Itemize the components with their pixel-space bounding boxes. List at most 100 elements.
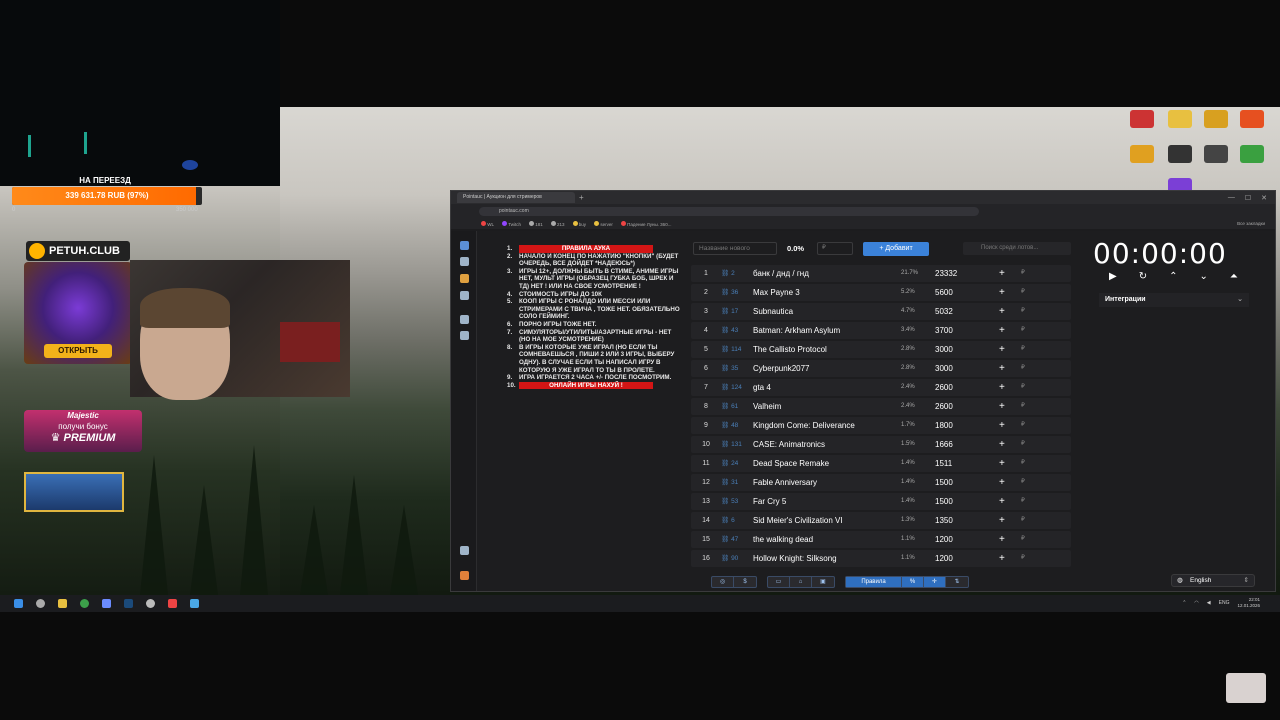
- play-icon[interactable]: ▶: [1109, 271, 1117, 282]
- lot-amount[interactable]: 1500: [935, 493, 953, 510]
- bookmark-item[interactable]: WL: [481, 220, 494, 227]
- currency-icon[interactable]: ₽: [1021, 550, 1025, 567]
- lot-row[interactable]: 5 ⛓ 114 The Callisto Protocol 2.8% 3000 + ₽: [691, 341, 1071, 358]
- lot-row[interactable]: 4 ⛓ 43 Batman: Arkham Asylum 3.4% 3700 + ₽: [691, 322, 1071, 339]
- integrations-dropdown[interactable]: Интеграции ⌄: [1099, 293, 1249, 307]
- currency-icon[interactable]: ₽: [1021, 322, 1025, 339]
- lot-amount[interactable]: 1500: [935, 474, 953, 491]
- lot-search-input[interactable]: Поиск среди лотов...: [963, 242, 1071, 255]
- currency-icon[interactable]: ₽: [1021, 474, 1025, 491]
- tray-chevron-icon[interactable]: ⌃: [1182, 600, 1186, 606]
- lot-row[interactable]: 3 ⛓ 17 Subnautica 4.7% 5032 + ₽: [691, 303, 1071, 320]
- lot-row[interactable]: 15 ⛓ 47 the walking dead 1.1% 1200 + ₽: [691, 531, 1071, 548]
- url-field[interactable]: pointauc.com: [479, 206, 979, 216]
- donate-icon[interactable]: [460, 571, 469, 580]
- lot-link-icon[interactable]: ⛓ 124: [721, 379, 742, 396]
- currency-icon[interactable]: ₽: [1021, 531, 1025, 548]
- currency-icon[interactable]: ₽: [1021, 398, 1025, 415]
- rules-toggle-button[interactable]: Правила: [846, 577, 902, 587]
- lot-row[interactable]: 1 ⛓ 2 банк / днд / гнд 21.7% 23332 + ₽: [691, 265, 1071, 282]
- add-to-lot-icon[interactable]: +: [999, 265, 1005, 282]
- save-icon[interactable]: ▣: [812, 577, 834, 587]
- lot-amount[interactable]: 1666: [935, 436, 953, 453]
- bookmark-item[interactable]: buy: [572, 220, 586, 227]
- wheel-icon[interactable]: [460, 274, 469, 283]
- lot-amount[interactable]: 1511: [935, 455, 952, 472]
- double-up-icon[interactable]: ⏶: [1230, 271, 1238, 282]
- telegram-icon[interactable]: [460, 546, 469, 555]
- add-to-lot-icon[interactable]: +: [999, 474, 1005, 491]
- lot-name[interactable]: Far Cry 5: [753, 493, 893, 510]
- lot-row[interactable]: 8 ⛓ 61 Valheim 2.4% 2600 + ₽: [691, 398, 1071, 415]
- language-selector[interactable]: ◍ English ⇕: [1171, 574, 1255, 587]
- explorer-icon[interactable]: [58, 599, 67, 608]
- bookmark-item[interactable]: Twitch: [502, 220, 521, 227]
- obs-icon[interactable]: [1168, 145, 1192, 163]
- shield-icon[interactable]: [460, 331, 469, 340]
- lot-name[interactable]: The Callisto Protocol: [753, 341, 893, 358]
- lot-row[interactable]: 6 ⛓ 35 Cyberpunk2077 2.8% 3000 + ₽: [691, 360, 1071, 377]
- volume-icon[interactable]: ◀: [1207, 600, 1211, 606]
- lot-link-icon[interactable]: ⛓ 90: [721, 550, 738, 567]
- lot-name[interactable]: Batman: Arkham Asylum: [753, 322, 893, 339]
- lot-name-input[interactable]: Название нового: [693, 242, 777, 255]
- sort-icon[interactable]: ⇅: [946, 577, 968, 587]
- currency-icon[interactable]: ₽: [1021, 379, 1025, 396]
- layout-icon[interactable]: ▭: [768, 577, 790, 587]
- add-to-lot-icon[interactable]: +: [999, 341, 1005, 358]
- lot-amount[interactable]: 5032: [935, 303, 953, 320]
- maximize-icon[interactable]: ☐: [1245, 194, 1251, 202]
- help-icon[interactable]: [460, 315, 469, 324]
- lot-name[interactable]: Max Payne 3: [753, 284, 893, 301]
- increase-time-icon[interactable]: ⌃: [1169, 271, 1177, 282]
- add-to-lot-icon[interactable]: +: [999, 379, 1005, 396]
- add-to-lot-icon[interactable]: +: [999, 512, 1005, 529]
- lot-row[interactable]: 9 ⛓ 48 Kingdom Come: Deliverance 1.7% 1800 + ₽: [691, 417, 1071, 434]
- currency-icon[interactable]: ₽: [1021, 303, 1025, 320]
- add-to-lot-icon[interactable]: +: [999, 493, 1005, 510]
- lot-link-icon[interactable]: ⛓ 17: [721, 303, 738, 320]
- currency-icon[interactable]: ₽: [1021, 284, 1025, 301]
- add-to-lot-icon[interactable]: +: [999, 455, 1005, 472]
- currency-icon[interactable]: ₽: [1021, 512, 1025, 529]
- settings-icon[interactable]: [460, 257, 469, 266]
- currency-icon[interactable]: ₽: [1021, 265, 1025, 282]
- bookmark-item[interactable]: Падение Луны. 360...: [620, 220, 671, 227]
- lot-name[interactable]: Sid Meier's Civilization VI: [753, 512, 893, 529]
- trash-icon[interactable]: ⌂: [790, 577, 812, 587]
- discord-icon[interactable]: [102, 599, 111, 608]
- close-icon[interactable]: ✕: [1261, 194, 1267, 202]
- lot-amount[interactable]: 2600: [935, 379, 953, 396]
- browser-tab[interactable]: Pointauc | Аукцион для стримеров: [457, 192, 575, 203]
- battlenet-icon[interactable]: [1204, 145, 1228, 163]
- lot-amount[interactable]: 5600: [935, 284, 953, 301]
- bookmark-item[interactable]: 181: [528, 220, 543, 227]
- lot-link-icon[interactable]: ⛓ 47: [721, 531, 738, 548]
- app-icon-3[interactable]: [190, 599, 199, 608]
- lot-name[interactable]: Kingdom Come: Deliverance: [753, 417, 893, 434]
- lot-name[interactable]: Subnautica: [753, 303, 893, 320]
- lot-amount[interactable]: 2600: [935, 398, 953, 415]
- lot-amount[interactable]: 1200: [935, 550, 953, 567]
- lot-row[interactable]: 7 ⛓ 124 gta 4 2.4% 2600 + ₽: [691, 379, 1071, 396]
- lot-amount[interactable]: 1800: [935, 417, 953, 434]
- add-to-lot-icon[interactable]: +: [999, 322, 1005, 339]
- github-icon[interactable]: ◎: [712, 577, 734, 587]
- decrease-time-icon[interactable]: ⌄: [1199, 271, 1207, 282]
- app-icon-2[interactable]: [168, 599, 177, 608]
- lot-name[interactable]: Dead Space Remake: [753, 455, 893, 472]
- lot-amount[interactable]: 23332: [935, 265, 957, 282]
- currency-icon[interactable]: ₽: [1021, 360, 1025, 377]
- lot-link-icon[interactable]: ⛓ 35: [721, 360, 738, 377]
- lot-row[interactable]: 14 ⛓ 6 Sid Meier's Civilization VI 1.3% 1350…: [691, 512, 1071, 529]
- bookmark-item[interactable]: server: [594, 220, 613, 227]
- currency-icon[interactable]: ₽: [1021, 493, 1025, 510]
- lot-link-icon[interactable]: ⛓ 31: [721, 474, 738, 491]
- bookmark-item[interactable]: 213: [550, 220, 565, 227]
- petuh-open-button[interactable]: ОТКРЫТЬ: [44, 344, 112, 358]
- lot-name[interactable]: Valheim: [753, 398, 893, 415]
- auction-icon[interactable]: [460, 241, 469, 250]
- lot-amount[interactable]: 1200: [935, 531, 953, 548]
- lot-row[interactable]: 12 ⛓ 31 Fable Anniversary 1.4% 1500 + ₽: [691, 474, 1071, 491]
- all-bookmarks[interactable]: Все закладки: [1237, 221, 1265, 226]
